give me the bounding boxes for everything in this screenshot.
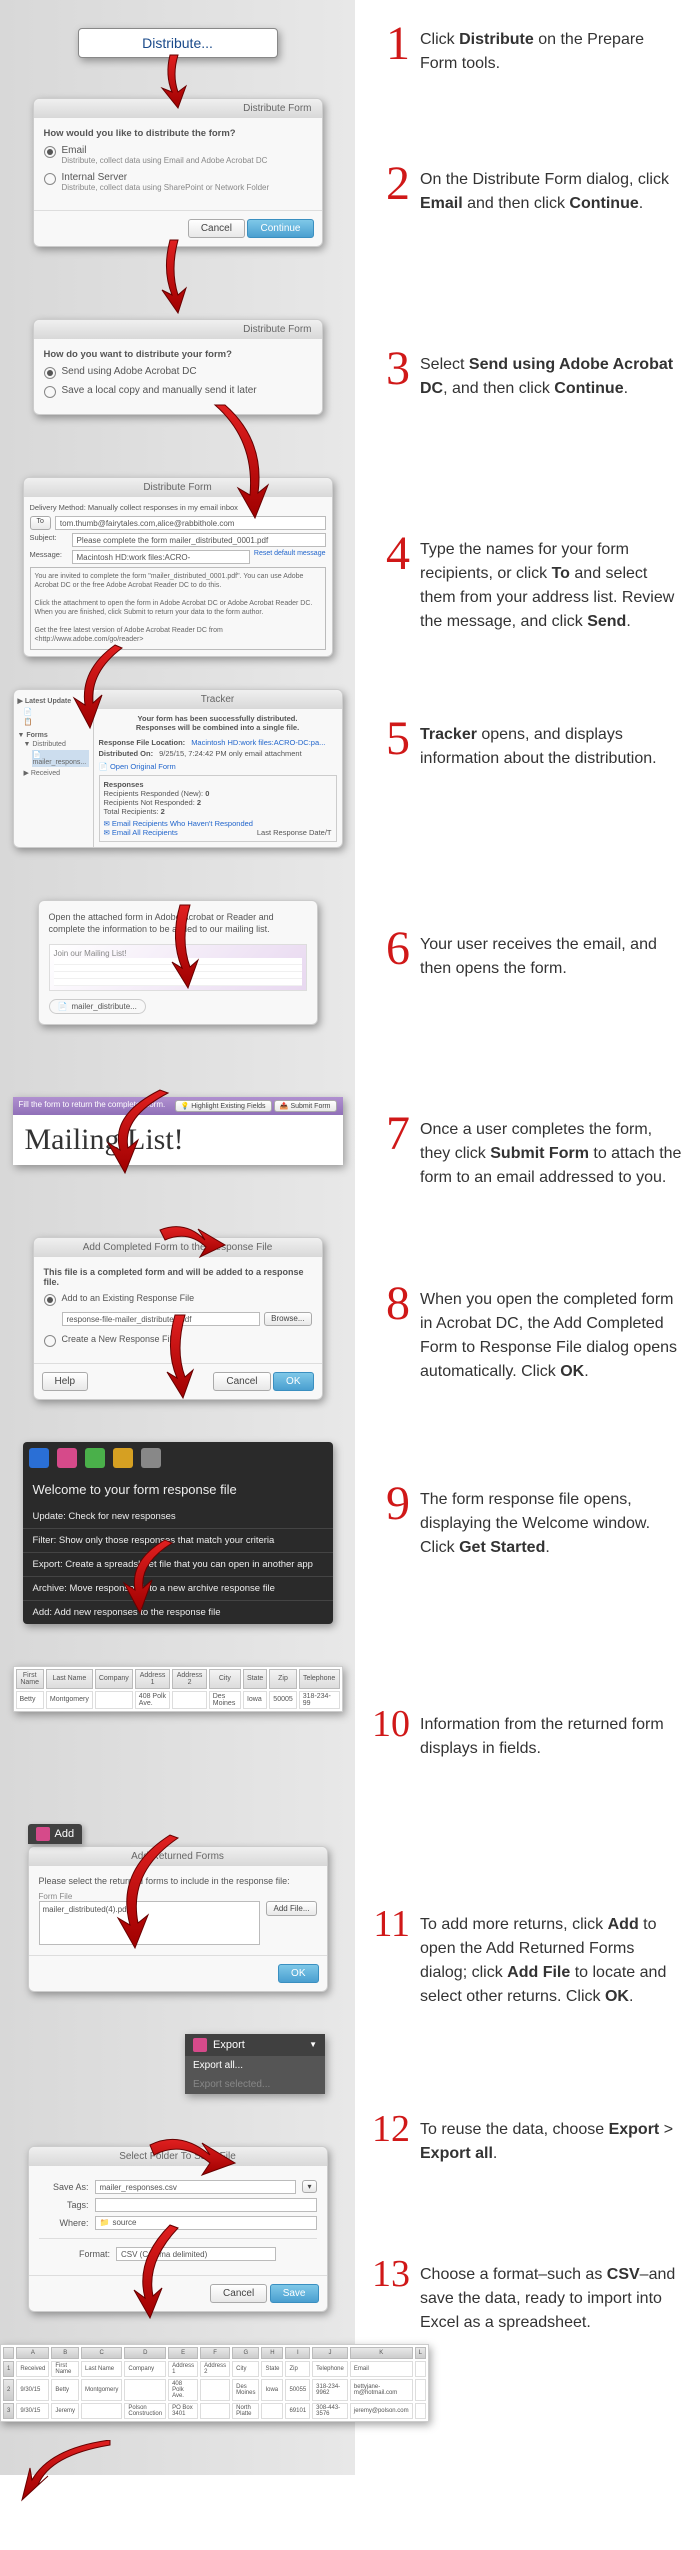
- step-number: 7: [370, 1110, 410, 1158]
- step-number: 8: [370, 1280, 410, 1328]
- step-12: 12 To reuse the data, choose Export > Exp…: [370, 2110, 685, 2255]
- ok-button[interactable]: OK: [273, 1372, 313, 1391]
- step-text: Choose a format–such as CSV–and save the…: [420, 2255, 685, 2335]
- step-number: 10: [370, 1705, 410, 1743]
- form-file-list[interactable]: mailer_distributed(4).pdf: [39, 1901, 261, 1945]
- step-number: 13: [370, 2255, 410, 2293]
- create-new-option[interactable]: Create a New Response File: [44, 1334, 312, 1347]
- step-11: 11 To add more returns, click Add to open…: [370, 1905, 685, 2110]
- step-9: 9The form response file opens, displayin…: [370, 1480, 685, 1705]
- export-menu[interactable]: Export ▼ Export all... Export selected..…: [185, 2034, 325, 2094]
- step-6: 6Your user receives the email, and then …: [370, 925, 685, 1110]
- save-local-option[interactable]: Save a local copy and manually send it l…: [44, 385, 312, 398]
- step-text: The form response file opens, displaying…: [420, 1480, 685, 1560]
- dialog-question: How would you like to distribute the for…: [44, 128, 312, 139]
- tracker-window: ▶ Latest Update 📄 📋 ▼ Forms ▼ Distribute…: [13, 689, 343, 848]
- add-file-button[interactable]: Add File...: [266, 1901, 316, 1916]
- attachment-chip[interactable]: 📄 mailer_distribute...: [49, 999, 146, 1014]
- step-5: 5Tracker opens, and displays information…: [370, 715, 685, 925]
- step-number: 6: [370, 925, 410, 973]
- compose-email-dialog: Distribute Form Delivery Method: Manuall…: [23, 477, 333, 657]
- step-4: 4Type the names for your form recipients…: [370, 530, 685, 715]
- export-selected-item: Export selected...: [185, 2075, 325, 2094]
- distribute-form-dialog: Distribute Form How would you like to di…: [33, 98, 323, 247]
- step-3: 3Select Send using Adobe Acrobat DC, and…: [370, 345, 685, 530]
- step-text: Tracker opens, and displays information …: [420, 715, 685, 771]
- dialog-title: Distribute Form: [34, 99, 322, 118]
- send-acrobat-option[interactable]: Send using Adobe Acrobat DC: [44, 366, 312, 379]
- to-field[interactable]: tom.thumb@fairytales.com,alice@rabbithol…: [55, 516, 326, 530]
- export-icon: [85, 1448, 105, 1468]
- browse-button[interactable]: Browse...: [264, 1312, 311, 1326]
- step-number: 12: [370, 2110, 410, 2148]
- step-number: 4: [370, 530, 410, 578]
- archive-icon: [57, 1448, 77, 1468]
- ok-button[interactable]: OK: [278, 1964, 318, 1983]
- step-number: 3: [370, 345, 410, 393]
- expand-button[interactable]: ▾: [302, 2180, 316, 2193]
- step-text: Click Distribute on the Prepare Form too…: [420, 20, 685, 76]
- distribute-form-dialog-2: Distribute Form How do you want to distr…: [33, 319, 323, 415]
- add-existing-option[interactable]: Add to an Existing Response File: [44, 1293, 312, 1306]
- dialog-question: How do you want to distribute your form?: [44, 349, 312, 360]
- add-icon: [113, 1448, 133, 1468]
- export-icon: [193, 2038, 207, 2052]
- save-button[interactable]: Save: [270, 2284, 319, 2303]
- step-text: When you open the completed form in Acro…: [420, 1280, 685, 1384]
- step-text: To add more returns, click Add to open t…: [420, 1905, 685, 2009]
- dialog-title: Distribute Form: [34, 320, 322, 339]
- internal-server-option[interactable]: Internal ServerDistribute, collect data …: [44, 172, 312, 193]
- form-submit-view: Fill the form to return the completed fo…: [13, 1097, 343, 1165]
- step-number: 11: [370, 1905, 410, 1943]
- step-text: Information from the returned form displ…: [420, 1705, 685, 1761]
- save-as-field[interactable]: mailer_responses.csv: [95, 2180, 297, 2194]
- reset-link[interactable]: Reset default message: [254, 550, 326, 564]
- step-2: 2On the Distribute Form dialog, click Em…: [370, 160, 685, 345]
- step-text: Select Send using Adobe Acrobat DC, and …: [420, 345, 685, 401]
- step-number: 9: [370, 1480, 410, 1528]
- step-10: 10 Information from the returned form dis…: [370, 1705, 685, 1905]
- to-button[interactable]: To: [30, 516, 51, 530]
- step-number: 2: [370, 160, 410, 208]
- highlight-button[interactable]: 💡 Highlight Existing Fields: [175, 1100, 272, 1112]
- cancel-button[interactable]: Cancel: [213, 1372, 270, 1391]
- spreadsheet-view: ABCDEFGHIJKL1ReceivedFirst NameLast Name…: [0, 2344, 429, 2422]
- open-original-link[interactable]: 📄 Open Original Form: [99, 762, 337, 771]
- step-text: Once a user completes the form, they cli…: [420, 1110, 685, 1190]
- step-1: 1Click Distribute on the Prepare Form to…: [370, 20, 685, 160]
- save-file-dialog: Select Folder To Save File Save As:maile…: [28, 2146, 328, 2312]
- step-number: 5: [370, 715, 410, 763]
- instructions-column: 1Click Distribute on the Prepare Form to…: [355, 0, 700, 2475]
- export-all-item[interactable]: Export all...: [185, 2056, 325, 2075]
- continue-button[interactable]: Continue: [247, 219, 313, 238]
- chevron-down-icon: ▼: [309, 2040, 317, 2049]
- subject-field[interactable]: Please complete the form mailer_distribu…: [72, 533, 326, 547]
- cancel-button[interactable]: Cancel: [210, 2284, 267, 2303]
- cancel-button[interactable]: Cancel: [188, 219, 245, 238]
- step-7: 7Once a user completes the form, they cl…: [370, 1110, 685, 1280]
- tags-field[interactable]: [95, 2198, 317, 2212]
- message-body[interactable]: You are invited to complete the form "ma…: [30, 567, 326, 650]
- step-number: 1: [370, 20, 410, 68]
- add-toolbar-button[interactable]: Add: [28, 1824, 83, 1844]
- response-file-welcome: Welcome to your form response file Updat…: [23, 1442, 333, 1624]
- add-returned-forms-dialog: Add Returned Forms Please select the ret…: [28, 1846, 328, 1992]
- email-message: Open the attached form in Adobe Acrobat …: [38, 900, 318, 1025]
- add-completed-form-dialog: Add Completed Form to the Response File …: [33, 1237, 323, 1400]
- step-text: Type the names for your form recipients,…: [420, 530, 685, 634]
- submit-form-button[interactable]: 📤 Submit Form: [274, 1100, 337, 1112]
- distribute-button[interactable]: Distribute...: [78, 28, 278, 58]
- step-8: 8When you open the completed form in Acr…: [370, 1280, 685, 1480]
- update-icon: [141, 1448, 161, 1468]
- email-option[interactable]: EmailDistribute, collect data using Emai…: [44, 145, 312, 166]
- step-text: On the Distribute Form dialog, click Ema…: [420, 160, 685, 216]
- screenshots-column: Distribute... Distribute Form How would …: [0, 0, 355, 2475]
- format-dropdown[interactable]: CSV (Comma delimited): [116, 2247, 276, 2261]
- where-dropdown[interactable]: 📁 source: [95, 2216, 317, 2230]
- step-text: Your user receives the email, and then o…: [420, 925, 685, 981]
- step-text: To reuse the data, choose Export > Expor…: [420, 2110, 685, 2166]
- returned-data-table: First NameLast NameCompanyAddress 1Addre…: [13, 1666, 343, 1712]
- help-button[interactable]: Help: [42, 1372, 89, 1391]
- filter-icon: [29, 1448, 49, 1468]
